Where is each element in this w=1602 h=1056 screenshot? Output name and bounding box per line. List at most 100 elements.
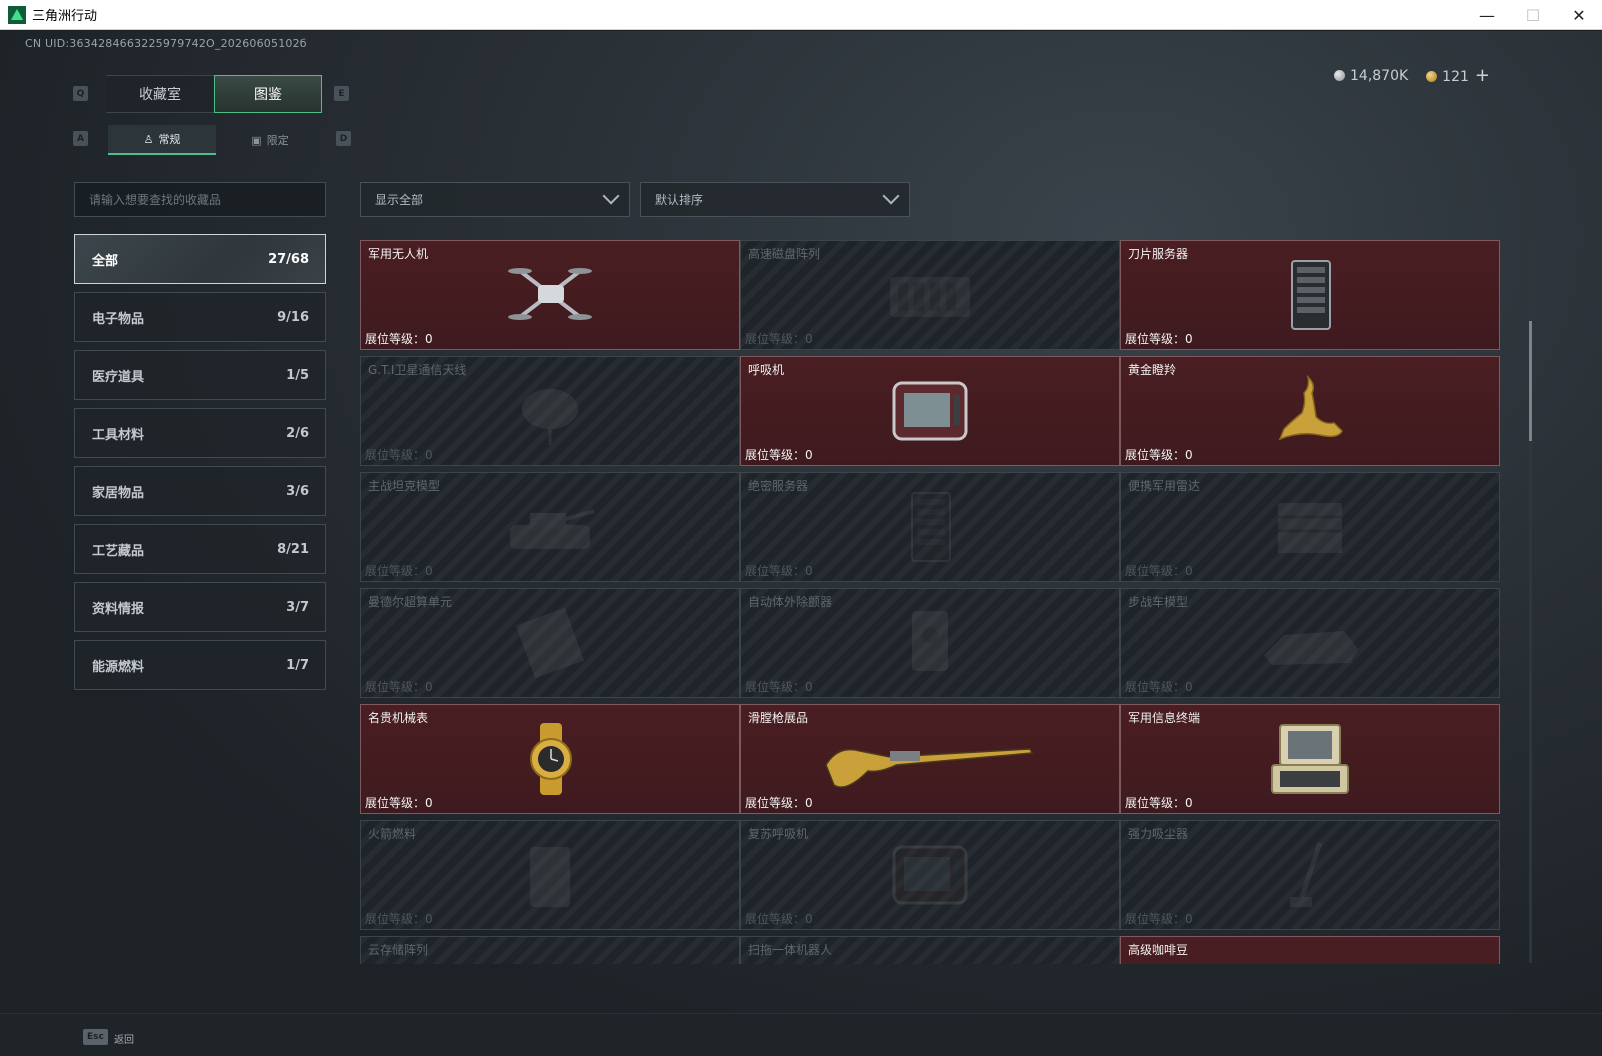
collectible-card[interactable]: 火箭燃料 展位等级：0 [360, 820, 740, 930]
back-button[interactable]: 返回 [114, 1031, 134, 1046]
collectible-name: G.T.I卫星通信天线 [368, 363, 467, 377]
exhibit-level: 展位等级：0 [1125, 448, 1193, 462]
tab-codex[interactable]: 图鉴 [214, 75, 322, 113]
category-count: 1/7 [286, 657, 309, 673]
robot-icon [870, 953, 990, 964]
disk-array-icon [870, 257, 990, 333]
window-controls: — ☐ ✕ [1464, 0, 1602, 30]
exhibit-level: 展位等级：0 [1125, 332, 1193, 346]
exhibit-level: 展位等级：0 [365, 564, 433, 578]
sort-dropdown[interactable]: 默认排序 [640, 182, 910, 217]
display-filter-dropdown[interactable]: 显示全部 [360, 182, 630, 217]
silver-currency: 14,870K [1334, 68, 1408, 84]
category-household[interactable]: 家居物品 3/6 [74, 466, 326, 516]
category-count: 3/6 [286, 483, 309, 499]
category-electronics[interactable]: 电子物品 9/16 [74, 292, 326, 342]
category-medical[interactable]: 医疗道具 1/5 [74, 350, 326, 400]
silver-amount: 14,870K [1350, 67, 1409, 84]
collectible-card[interactable]: 自动体外除颤器 展位等级：0 [740, 588, 1120, 698]
exhibit-level: 展位等级：0 [745, 332, 813, 346]
category-label: 资料情报 [92, 601, 145, 617]
exhibit-level: 展位等级：0 [745, 564, 813, 578]
minimize-button[interactable]: — [1464, 0, 1510, 30]
subtab-limited-label: 限定 [266, 134, 289, 147]
subtab-limited[interactable]: ▣ 限定 [216, 125, 324, 155]
tank-icon [490, 489, 610, 565]
maximize-button[interactable]: ☐ [1510, 0, 1556, 30]
collectible-name: 火箭燃料 [368, 827, 417, 841]
grid-scrollbar[interactable] [1529, 241, 1532, 963]
close-button[interactable]: ✕ [1556, 0, 1602, 30]
gold-amount: 121 [1442, 69, 1469, 85]
collectible-card[interactable]: 高级咖啡豆 [1120, 936, 1500, 964]
collectible-name: 绝密服务器 [748, 479, 809, 493]
bottom-bar: Esc 返回 [0, 1013, 1602, 1056]
collectible-card[interactable]: 绝密服务器展位等级：0 [740, 472, 1120, 582]
subtab-regular[interactable]: ♙ 常规 [108, 125, 216, 155]
terminal-icon [1250, 721, 1370, 797]
category-label: 家居物品 [92, 485, 145, 501]
collectible-name: 主战坦克模型 [368, 479, 441, 493]
collectible-card[interactable]: 名贵机械表 展位等级：0 [360, 704, 740, 814]
collectible-card[interactable]: 滑膛枪展品 展位等级：0 [740, 704, 1120, 814]
category-label: 工具材料 [92, 427, 145, 443]
collectible-card[interactable]: 军用信息终端 展位等级：0 [1120, 704, 1500, 814]
vehicle-icon [1250, 605, 1370, 681]
collectible-card[interactable]: 复苏呼吸机展位等级：0 [740, 820, 1120, 930]
tab-collection-room[interactable]: 收藏室 [106, 75, 214, 113]
musket-icon [820, 721, 1040, 797]
key-hint-q: Q [73, 86, 88, 101]
search-input[interactable] [74, 182, 326, 217]
key-hint-d: D [336, 131, 351, 146]
collectible-card[interactable]: 主战坦克模型 展位等级：0 [360, 472, 740, 582]
radar-icon [1250, 489, 1370, 565]
grid-scrollbar-thumb[interactable] [1529, 321, 1532, 441]
category-count: 2/6 [286, 425, 309, 441]
collectible-card[interactable]: 便携军用雷达 展位等级：0 [1120, 472, 1500, 582]
category-all[interactable]: 全部 27/68 [74, 234, 326, 284]
category-intel[interactable]: 资料情报 3/7 [74, 582, 326, 632]
player-uid: CN UID:3634284663225979742O_20260605102б [25, 37, 307, 50]
collectible-card[interactable]: 军用无人机 展位等级：0 [360, 240, 740, 350]
exhibit-level: 展位等级：0 [1125, 680, 1193, 694]
category-tools[interactable]: 工具材料 2/6 [74, 408, 326, 458]
collectible-card[interactable]: 高速磁盘阵列 展位等级：0 [740, 240, 1120, 350]
collectible-name: 军用信息终端 [1128, 711, 1201, 725]
collectible-card[interactable]: 黄金瞪羚展位等级：0 [1120, 356, 1500, 466]
coffee-icon [1250, 953, 1370, 964]
exhibit-level: 展位等级：0 [745, 448, 813, 462]
category-count: 27/68 [268, 251, 309, 267]
collectible-card[interactable]: 呼吸机展位等级：0 [740, 356, 1120, 466]
window-titlebar: 三角洲行动 — ☐ ✕ [0, 0, 1602, 30]
defibrillator-icon [870, 605, 990, 681]
exhibit-level: 展位等级：0 [365, 796, 433, 810]
collectible-card[interactable]: G.T.I卫星通信天线 展位等级：0 [360, 356, 740, 466]
display-filter-value: 显示全部 [375, 193, 424, 207]
category-crafts[interactable]: 工艺藏品 8/21 [74, 524, 326, 574]
collectible-name: 复苏呼吸机 [748, 827, 809, 841]
category-energy[interactable]: 能源燃料 1/7 [74, 640, 326, 690]
disk-array-icon [490, 953, 610, 964]
server-icon [1250, 257, 1370, 333]
currency-bar: 14,870K 121 + [1334, 65, 1490, 86]
category-count: 9/16 [277, 309, 309, 325]
sub-tabs: ♙ 常规 ▣ 限定 [108, 125, 324, 155]
image-icon: ▣ [251, 133, 262, 147]
collectible-grid: 军用无人机 展位等级：0 高速磁盘阵列 展位等级：0 刀片服务器 展位等级：0 G.T.I卫… [360, 240, 1522, 964]
exhibit-level: 展位等级：0 [745, 912, 813, 926]
ventilator-icon [870, 373, 990, 449]
collectible-card[interactable]: 刀片服务器 展位等级：0 [1120, 240, 1500, 350]
collectible-card[interactable]: 强力吸尘器 展位等级：0 [1120, 820, 1500, 930]
collectible-name: 自动体外除颤器 [748, 595, 833, 609]
gazelle-icon [1250, 373, 1370, 449]
collectible-name: 黄金瞪羚 [1128, 363, 1177, 377]
add-currency-button[interactable]: + [1475, 65, 1490, 86]
collectible-name: 呼吸机 [748, 363, 785, 377]
collectible-card[interactable]: 云存储阵列 [360, 936, 740, 964]
collectible-card[interactable]: 步战车模型 展位等级：0 [1120, 588, 1500, 698]
collectible-card[interactable]: 扫拖一体机器人 [740, 936, 1120, 964]
esc-key-hint[interactable]: Esc [83, 1029, 108, 1045]
collectible-card[interactable]: 曼德尔超算单元 展位等级：0 [360, 588, 740, 698]
category-label: 全部 [92, 253, 119, 269]
ventilator-icon [870, 837, 990, 913]
